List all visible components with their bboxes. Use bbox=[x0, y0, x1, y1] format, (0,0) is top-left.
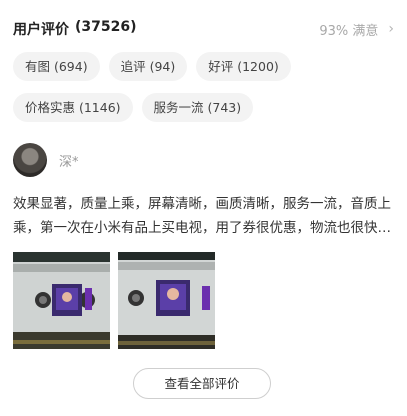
avatar bbox=[13, 143, 47, 177]
tag-follow-up[interactable]: 追评 (94) bbox=[108, 52, 188, 81]
review-photos bbox=[13, 252, 215, 349]
review-user: 深* bbox=[13, 143, 79, 177]
reviews-title: 用户评价 (37526) bbox=[13, 19, 137, 39]
reviews-header: 用户评价 (37526) 93% 满意 › bbox=[13, 18, 394, 40]
review-text: 效果显著，质量上乘，屏幕清晰，画质清晰，服务一流，音质上乘，第一次在小米有品上买… bbox=[13, 196, 391, 236]
reviews-count: (37526) bbox=[75, 19, 137, 35]
view-all-reviews-button[interactable]: 查看全部评价 bbox=[133, 368, 271, 399]
tag-positive[interactable]: 好评 (1200) bbox=[196, 52, 291, 81]
reviews-title-text: 用户评价 bbox=[13, 22, 69, 38]
review-photo-2[interactable] bbox=[118, 252, 215, 349]
review-photo-1[interactable] bbox=[13, 252, 110, 349]
satisfaction-link[interactable]: 93% 满意 › bbox=[319, 20, 394, 39]
chevron-right-icon: › bbox=[388, 21, 394, 37]
satisfaction-rate: 93% 满意 bbox=[319, 23, 379, 39]
username: 深* bbox=[59, 154, 79, 170]
tag-with-photos[interactable]: 有图 (694) bbox=[13, 52, 100, 81]
tag-good-service[interactable]: 服务一流 (743) bbox=[141, 93, 254, 122]
review-tags: 有图 (694) 追评 (94) 好评 (1200) 价格实惠 (1146) 服… bbox=[13, 52, 397, 122]
tag-good-value[interactable]: 价格实惠 (1146) bbox=[13, 93, 133, 122]
